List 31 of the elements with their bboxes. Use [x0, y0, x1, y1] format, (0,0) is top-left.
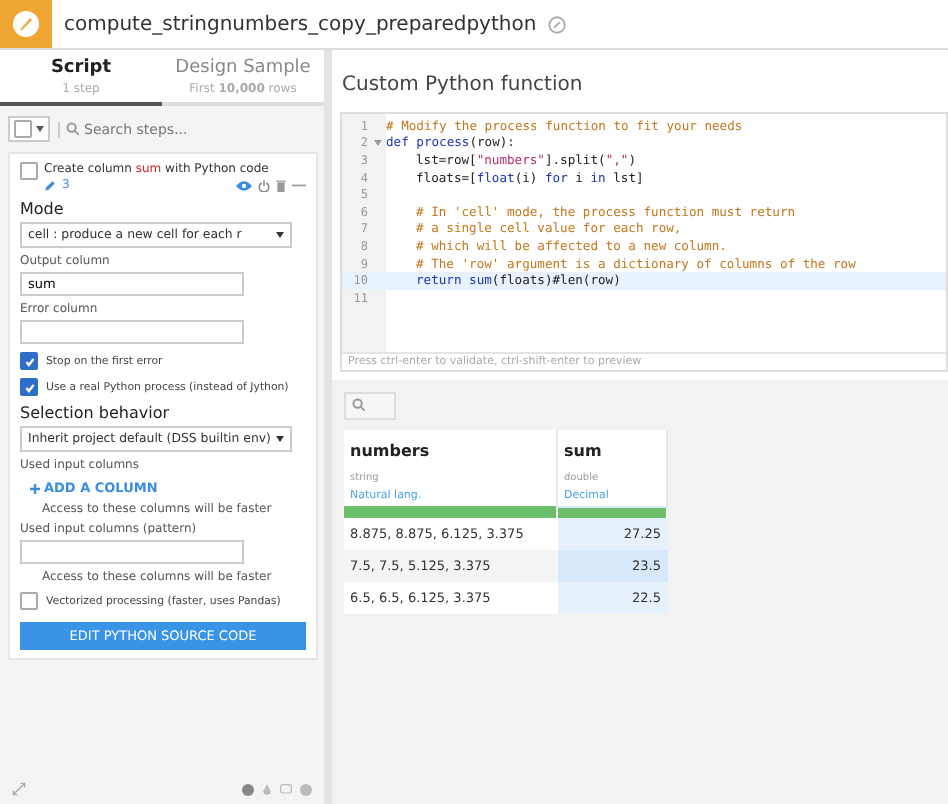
eye-icon[interactable] [236, 179, 252, 191]
pencil-icon [44, 179, 56, 191]
column-name: numbers [350, 441, 432, 460]
checkbox[interactable] [20, 378, 38, 396]
edit-icon[interactable] [548, 15, 567, 33]
table-search-field[interactable] [344, 391, 396, 420]
trash-icon[interactable] [276, 179, 286, 191]
select-all-dropdown[interactable] [8, 116, 50, 142]
error-column-field[interactable] [20, 320, 244, 344]
drop-icon[interactable] [262, 783, 272, 795]
column-name: sum [564, 441, 604, 460]
search-icon [352, 398, 366, 413]
arrows-icon[interactable] [12, 782, 26, 796]
search-icon [66, 122, 80, 136]
code-editor[interactable] [340, 112, 948, 372]
checkbox[interactable] [20, 592, 38, 610]
section-label: Selection behavior [20, 404, 170, 422]
plus-icon [30, 483, 40, 493]
app-logo[interactable] [0, 0, 52, 48]
step-checkbox[interactable] [20, 162, 38, 180]
section-title: Custom Python function [342, 74, 585, 96]
fold-icon[interactable] [373, 139, 381, 146]
caret-icon [36, 126, 44, 132]
caret-icon [276, 232, 284, 238]
checkbox[interactable] [20, 352, 38, 370]
caret-icon [276, 436, 284, 442]
recipe-title: compute_stringnumbers_copy_preparedpython [64, 13, 537, 35]
power-icon[interactable] [258, 179, 270, 191]
field-label: Mode [20, 200, 64, 218]
comment-icon[interactable] [280, 783, 292, 795]
pattern-field[interactable] [20, 540, 244, 564]
